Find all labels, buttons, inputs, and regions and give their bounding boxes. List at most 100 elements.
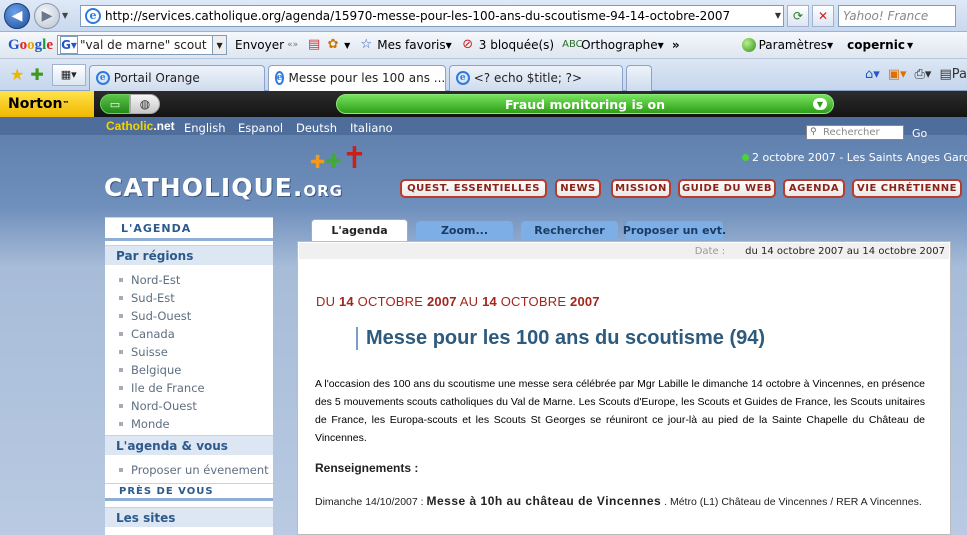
feed-icon[interactable]: ▣▾ <box>888 67 907 82</box>
history-dropdown-icon[interactable]: ▼ <box>62 11 74 20</box>
event-content-panel: Date : du 14 octobre 2007 au 14 octobre … <box>297 241 951 535</box>
lang-deutsh-link[interactable]: Deutsh <box>296 121 337 135</box>
favorites-dropdown-icon: ▼ <box>445 40 452 50</box>
globe-icon[interactable]: ◍ <box>130 94 160 114</box>
google-search-input[interactable]: G▾ "val de marne" scout ▼ <box>57 35 228 55</box>
region-ile-de-france[interactable]: Ile de France <box>105 379 273 397</box>
blocked-popup-icon: ⊘ <box>462 37 474 52</box>
url-field[interactable]: e http://services.catholique.org/agenda/… <box>80 4 784 27</box>
home-icon[interactable]: ⌂▾ <box>865 67 880 82</box>
tab-rechercher[interactable]: Rechercher <box>521 221 618 240</box>
tab-messe-scoutisme[interactable]: eMesse pour les 100 ans ...✕ <box>267 64 446 91</box>
url-text: http://services.catholique.org/agenda/15… <box>105 8 731 23</box>
event-title: Messe pour les 100 ans du scoutisme (94) <box>356 327 765 350</box>
google-query-text: "val de marne" scout <box>80 38 207 52</box>
nav-guide-du-web[interactable]: GUIDE DU WEB <box>678 179 776 198</box>
popup-blocked-button[interactable]: ⊘ 3 bloquée(s) <box>460 37 554 53</box>
tab-echo-title[interactable]: e <? echo $title; ?> <box>448 64 623 91</box>
go-button[interactable]: Go <box>912 127 927 140</box>
nav-agenda[interactable]: AGENDA <box>783 179 845 198</box>
google-toolbar: Google G▾ "val de marne" scout ▼ Envoyer… <box>0 32 967 59</box>
region-canada[interactable]: Canada <box>105 325 273 343</box>
bullet-icon <box>119 332 123 336</box>
stop-button[interactable]: ✕ <box>812 4 834 27</box>
nav-vie-chretienne[interactable]: VIE CHRÉTIENNE <box>852 179 962 198</box>
tab-agenda[interactable]: L'agenda <box>311 219 408 241</box>
event-description: A l'occasion des 100 ans du scoutisme un… <box>315 378 925 444</box>
info-heading: Renseignements : <box>315 461 419 475</box>
date-strip: Date : du 14 octobre 2007 au 14 octobre … <box>299 243 949 259</box>
toolbar-icons-group[interactable]: ▤ ✿ ▼ <box>306 37 350 53</box>
google-logo: Google <box>8 36 54 53</box>
nav-quest-essentielles[interactable]: QUEST. ESSENTIELLES <box>400 179 547 198</box>
nav-mission[interactable]: MISSION <box>611 179 671 198</box>
lang-english-link[interactable]: English <box>184 121 226 135</box>
search-icon: ⚲ <box>810 127 817 137</box>
grid-icon: ▦▾ <box>60 68 77 81</box>
lang-espanol-link[interactable]: Espanol <box>238 121 283 135</box>
lang-italiano-link[interactable]: Italiano <box>350 121 393 135</box>
spelling-button[interactable]: ABC Orthographe ▼ <box>562 37 664 53</box>
forward-button[interactable]: ▶ <box>34 2 60 29</box>
spellcheck-icon: ABC <box>562 39 583 50</box>
copernic-logo: copernic <box>847 38 905 52</box>
ie-page-icon: e <box>455 71 470 85</box>
copernic-button[interactable]: copernic ▼ <box>847 38 913 52</box>
ie-page-icon: e <box>85 7 101 24</box>
bullet-icon <box>119 296 123 300</box>
region-nord-est[interactable]: Nord-Est <box>105 271 273 289</box>
settings-button[interactable]: Paramètres ▼ <box>741 38 833 52</box>
favorites-center-icon[interactable]: ★ <box>10 65 24 84</box>
back-arrow-icon: ◀ <box>11 7 23 24</box>
quick-tabs-button[interactable]: ▦▾ <box>51 63 86 86</box>
region-suisse[interactable]: Suisse <box>105 343 273 361</box>
bullet-icon <box>119 468 123 472</box>
logo-crosses-icon: ✚✚✝ <box>310 141 367 176</box>
puzzle-icon: ✿ <box>327 37 339 52</box>
region-sud-ouest[interactable]: Sud-Ouest <box>105 307 273 325</box>
url-dropdown-icon[interactable]: ▼ <box>775 11 781 20</box>
back-button[interactable]: ◀ <box>4 2 30 29</box>
catholique-org-logo[interactable]: CATHOLIQUE.ORG <box>104 173 343 202</box>
toolbar-overflow-button[interactable]: » <box>672 38 680 52</box>
catholic-net-logo[interactable]: Catholic.net <box>106 119 175 133</box>
event-date-heading: DU 14 OCTOBRE 2007 AU 14 OCTOBRE 2007 <box>316 294 600 309</box>
tab-proposer-evt[interactable]: Proposer un evt. <box>623 221 726 240</box>
forward-arrow-icon: ▶ <box>41 7 53 24</box>
info-details: Dimanche 14/10/2007 : Messe à 10h au châ… <box>315 494 922 508</box>
propose-event-link[interactable]: Proposer un évenement <box>105 461 273 479</box>
nav-news[interactable]: NEWS <box>555 179 601 198</box>
stop-icon: ✕ <box>817 8 829 23</box>
spelling-dropdown-icon: ▼ <box>657 40 664 50</box>
region-belgique[interactable]: Belgique <box>105 361 273 379</box>
page-menu-button[interactable]: ▤Pa <box>939 67 967 82</box>
fraud-monitoring-status[interactable]: Fraud monitoring is on ▼ <box>336 94 834 114</box>
print-icon[interactable]: ⎙▾ <box>915 67 932 82</box>
google-g-icon[interactable]: G▾ <box>60 36 79 54</box>
add-favorite-icon[interactable]: ✚ <box>30 65 43 84</box>
bullet-icon <box>119 404 123 408</box>
sidebar-you-heading: L'agenda & vous <box>105 435 273 455</box>
bullet-icon <box>119 368 123 372</box>
region-monde[interactable]: Monde <box>105 415 273 433</box>
monitor-icon[interactable]: ▭ <box>100 94 130 114</box>
sidebar-regions-heading: Par régions <box>105 245 273 265</box>
refresh-button[interactable]: ⟳ <box>787 4 809 27</box>
sidebar-title: L'AGENDA <box>105 217 273 241</box>
star-outline-icon: ☆ <box>360 37 373 52</box>
favorites-button[interactable]: ☆ Mes favoris ▼ <box>358 37 452 53</box>
region-nord-ouest[interactable]: Nord-Ouest <box>105 397 273 415</box>
google-dropdown-icon[interactable]: ▼ <box>212 36 227 54</box>
date-saint-line: 2 octobre 2007 - Les Saints Anges Gardie… <box>742 151 967 164</box>
refresh-icon: ⟳ <box>792 8 804 23</box>
page-icon: ▤ <box>939 67 952 82</box>
yahoo-search-input[interactable]: Yahoo! France <box>838 4 956 27</box>
you-list: Proposer un évenement <box>105 455 273 479</box>
site-search-input[interactable]: ⚲ Rechercher <box>806 125 904 140</box>
tab-zoom[interactable]: Zoom... <box>416 221 513 240</box>
new-tab-button[interactable] <box>625 64 652 91</box>
chevron-down-icon[interactable]: ▼ <box>813 98 827 110</box>
region-sud-est[interactable]: Sud-Est <box>105 289 273 307</box>
google-send-button[interactable]: Envoyer «» <box>235 38 298 52</box>
tab-portail-orange[interactable]: e Portail Orange <box>88 64 265 91</box>
